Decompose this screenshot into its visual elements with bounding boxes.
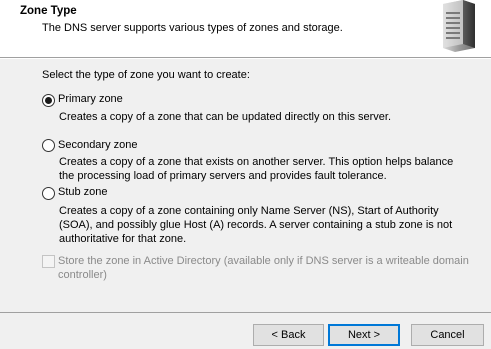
description-line: the processing load of primary servers a… [59,170,387,182]
primary-zone-description: Creates a copy of a zone that can be upd… [59,111,392,123]
store-in-ad-checkbox[interactable] [42,255,55,268]
secondary-zone-radio[interactable] [42,139,55,152]
back-button[interactable]: < Back [253,324,324,346]
secondary-zone-label[interactable]: Secondary zone [58,139,138,151]
stub-zone-description: Creates a copy of a zone containing only… [59,204,469,246]
description-line: Creates a copy of a zone containing only… [59,205,439,217]
server-icon [443,0,475,52]
page-subtitle: The DNS server supports various types of… [42,22,343,34]
cancel-button[interactable]: Cancel [411,324,484,346]
checkbox-label-line: Store the zone in Active Directory (avai… [58,255,469,267]
zone-type-prompt: Select the type of zone you want to crea… [42,69,250,81]
checkbox-label-line: controller) [58,269,107,281]
description-line: (SOA), and possibly glue Host (A) record… [59,219,453,231]
store-in-ad-label: Store the zone in Active Directory (avai… [58,254,473,282]
page-title: Zone Type [20,5,77,17]
next-button[interactable]: Next > [328,324,400,346]
primary-zone-radio[interactable] [42,94,55,107]
radio-selected-dot [45,97,52,104]
stub-zone-label[interactable]: Stub zone [58,186,108,198]
description-line: Creates a copy of a zone that exists on … [59,156,454,168]
description-line: authoritative for that zone. [59,233,187,245]
wizard-header: Zone Type The DNS server supports variou… [0,0,491,58]
primary-zone-label[interactable]: Primary zone [58,93,123,105]
stub-zone-radio[interactable] [42,187,55,200]
secondary-zone-description: Creates a copy of a zone that exists on … [59,155,469,183]
